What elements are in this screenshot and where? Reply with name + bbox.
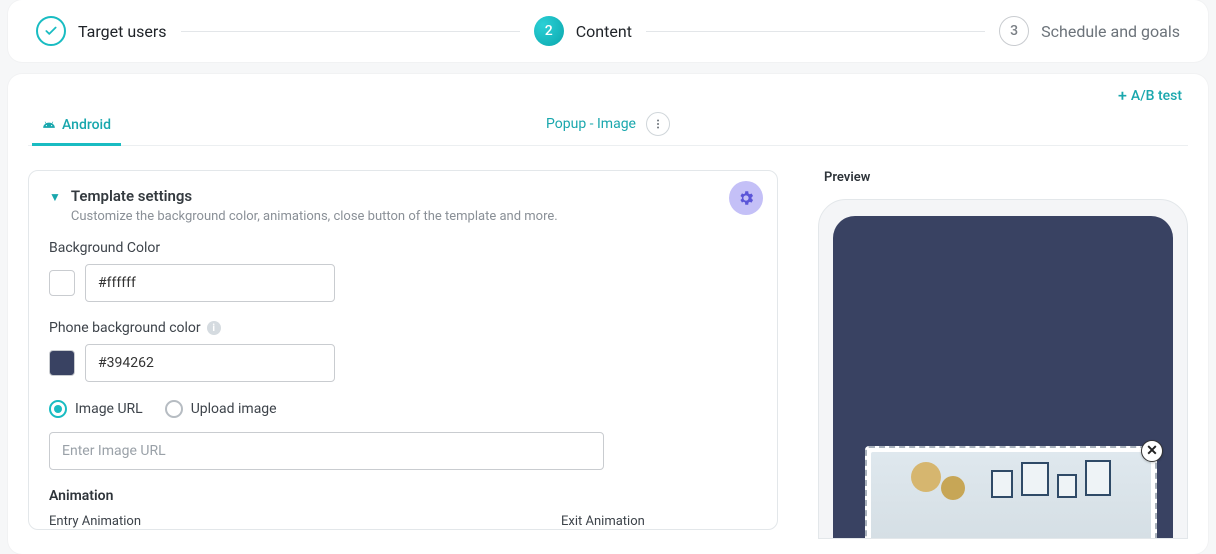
exit-animation-label: Exit Animation: [561, 514, 645, 529]
popup-preview-frame[interactable]: ✕: [865, 446, 1157, 538]
entry-animation-label: Entry Animation: [49, 514, 141, 529]
template-type-label[interactable]: Popup - Image: [546, 116, 636, 132]
radio-label: Upload image: [191, 401, 277, 417]
upload-image-radio[interactable]: Upload image: [165, 400, 277, 418]
field-label: Phone background color: [49, 320, 201, 336]
radio-unchecked-icon: [165, 400, 183, 418]
close-icon[interactable]: ✕: [1141, 440, 1163, 462]
decor: [911, 462, 941, 492]
check-icon: [36, 16, 66, 46]
step-divider: [646, 31, 985, 32]
image-url-radio[interactable]: Image URL: [49, 400, 143, 418]
android-icon: [42, 118, 56, 132]
background-color-swatch[interactable]: [49, 270, 75, 296]
phone-preview-screen: ✕: [833, 216, 1173, 538]
decor: [1057, 474, 1077, 498]
image-url-input[interactable]: [49, 432, 604, 470]
background-color-input[interactable]: [85, 264, 335, 302]
content-card: + A/B test Android Popup - Image: [8, 74, 1208, 554]
tab-label: Android: [62, 117, 111, 133]
plus-icon: +: [1118, 88, 1127, 104]
ab-test-label: A/B test: [1131, 88, 1182, 104]
step-content[interactable]: 2 Content: [534, 16, 632, 46]
panel-title: Template settings: [71, 187, 558, 205]
step-schedule-goals[interactable]: 3 Schedule and goals: [999, 16, 1180, 46]
phone-bg-color-input[interactable]: [85, 344, 335, 382]
radio-label: Image URL: [75, 401, 143, 417]
step-number-badge: 3: [999, 16, 1029, 46]
image-source-radio-group: Image URL Upload image: [49, 400, 757, 418]
step-label: Schedule and goals: [1041, 22, 1180, 41]
step-label: Target users: [78, 22, 167, 41]
step-divider: [181, 31, 520, 32]
phone-bg-color-swatch[interactable]: [49, 350, 75, 376]
animation-section-title: Animation: [49, 488, 757, 504]
decor: [1021, 462, 1049, 496]
step-label: Content: [576, 22, 632, 41]
decor: [941, 476, 965, 500]
progress-stepper: Target users 2 Content 3 Schedule and go…: [8, 0, 1208, 62]
decor: [1085, 460, 1111, 496]
phone-bg-color-field: Phone background color i: [49, 320, 757, 382]
background-color-field: Background Color: [49, 240, 757, 302]
field-label: Background Color: [49, 240, 757, 256]
popup-image-preview: [871, 452, 1151, 538]
info-icon[interactable]: i: [207, 321, 221, 335]
preview-label: Preview: [824, 170, 1188, 185]
radio-checked-icon: [49, 400, 67, 418]
platform-tab-bar: Android Popup - Image: [28, 110, 1188, 146]
dots-vertical-icon: [652, 118, 664, 130]
template-options-button[interactable]: [646, 112, 670, 136]
gear-icon: [729, 181, 763, 215]
phone-preview-shell: ✕: [818, 199, 1188, 539]
add-ab-test-link[interactable]: + A/B test: [1118, 88, 1182, 104]
panel-header[interactable]: ▼ Template settings Customize the backgr…: [49, 187, 757, 224]
step-number-badge: 2: [534, 16, 564, 46]
decor: [991, 470, 1013, 498]
image-url-field: [49, 432, 757, 470]
template-settings-panel: ▼ Template settings Customize the backgr…: [28, 170, 778, 530]
panel-subtitle: Customize the background color, animatio…: [71, 209, 558, 224]
step-target-users[interactable]: Target users: [36, 16, 167, 46]
caret-down-icon: ▼: [49, 190, 61, 204]
template-type-control: Popup - Image: [546, 112, 670, 136]
tab-android[interactable]: Android: [32, 109, 121, 146]
